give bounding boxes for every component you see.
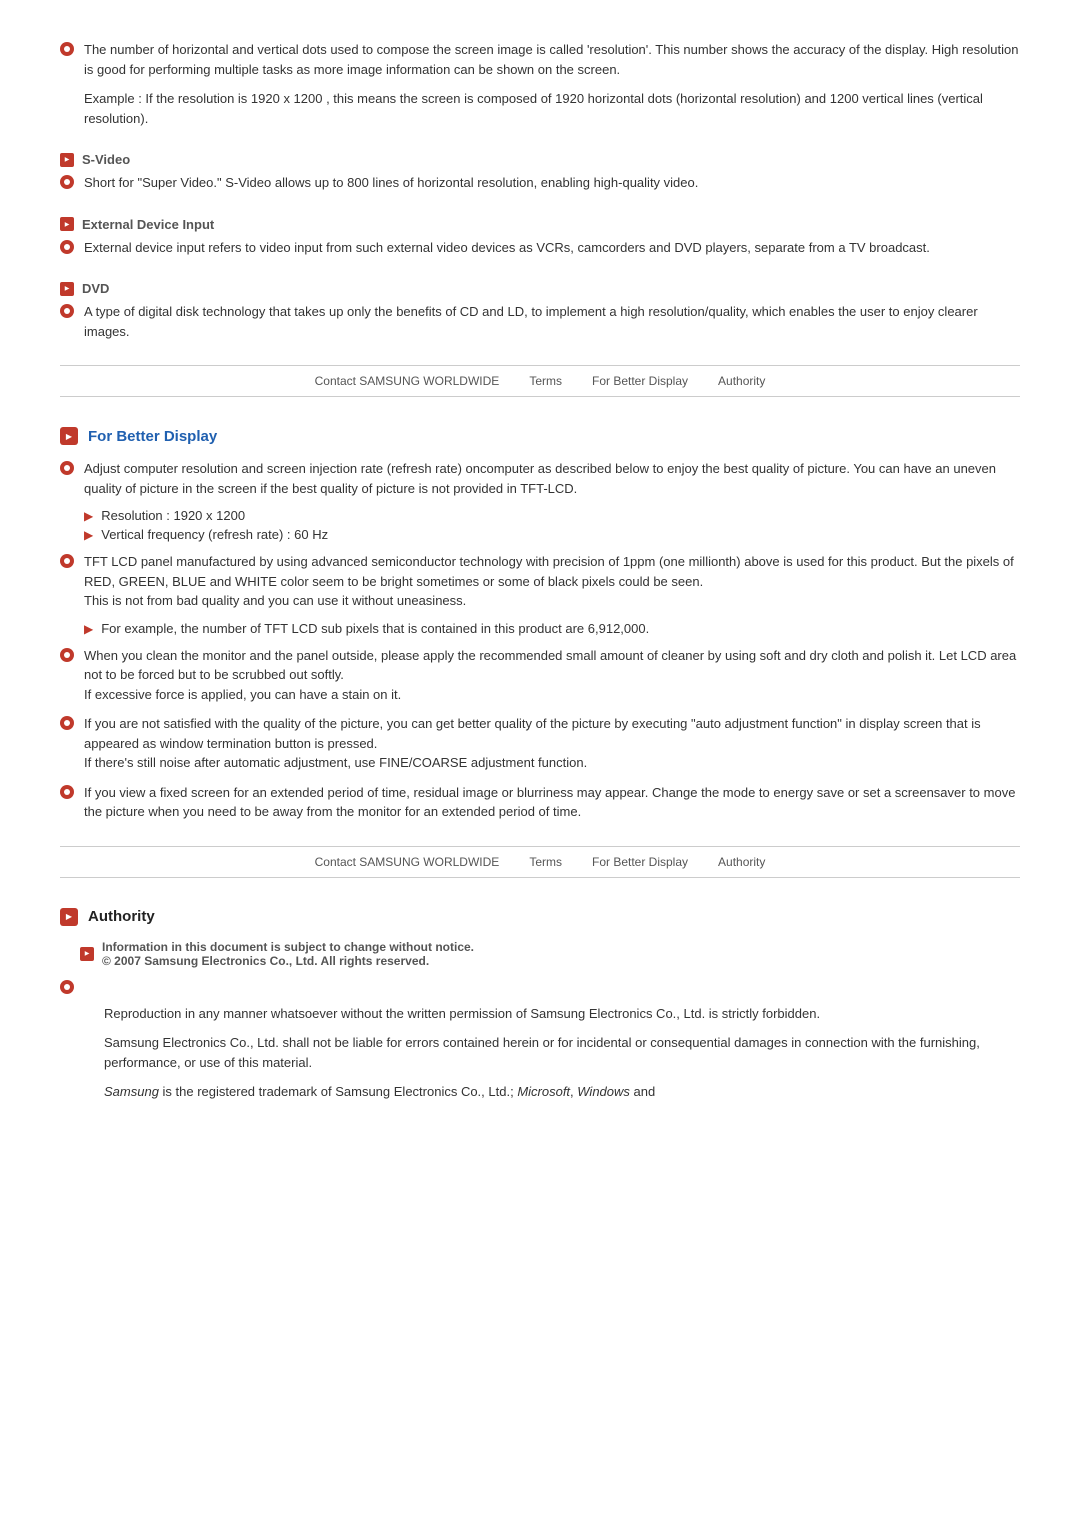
authority-notice-span: Information in this document is subject … — [102, 940, 474, 954]
fbd-text-3: When you clean the monitor and the panel… — [84, 646, 1020, 705]
fbd-arrow-1: ▶ Resolution : 1920 x 1200 — [84, 508, 1020, 523]
authority-bullet-icon-1 — [60, 980, 74, 994]
resolution-text: The number of horizontal and vertical do… — [84, 40, 1020, 79]
nav-terms-2[interactable]: Terms — [529, 855, 562, 869]
nav-authority-2[interactable]: Authority — [718, 855, 765, 869]
authority-para3-rest: is the registered trademark of Samsung E… — [159, 1084, 517, 1099]
dvd-section: DVD A type of digital disk technology th… — [60, 281, 1020, 341]
bullet-icon-3 — [60, 240, 74, 254]
authority-notice-icon — [80, 947, 94, 961]
dvd-label: DVD — [60, 281, 1020, 296]
bullet-icon-2 — [60, 175, 74, 189]
external-device-label: External Device Input — [60, 217, 1020, 232]
navbar-2: Contact SAMSUNG WORLDWIDE Terms For Bett… — [60, 846, 1020, 878]
authority-samsung-trademark: Samsung — [104, 1084, 159, 1099]
bullet-icon-4 — [60, 304, 74, 318]
authority-para3-end: and — [630, 1084, 655, 1099]
authority-header: Authority — [60, 908, 1020, 926]
fbd-sub2-text: Vertical frequency (refresh rate) : 60 H… — [101, 527, 328, 542]
fbd-bullet-icon-1 — [60, 461, 74, 475]
svideo-bullet: Short for "Super Video." S-Video allows … — [60, 173, 1020, 193]
nav-contact-1[interactable]: Contact SAMSUNG WORLDWIDE — [315, 374, 500, 388]
external-device-bullet: External device input refers to video in… — [60, 238, 1020, 258]
svideo-section: S-Video Short for "Super Video." S-Video… — [60, 152, 1020, 193]
fbd-bullet-5: If you view a fixed screen for an extend… — [60, 783, 1020, 822]
fbd-bullet-icon-4 — [60, 716, 74, 730]
authority-section: Authority Information in this document i… — [60, 908, 1020, 1102]
svideo-label-icon — [60, 153, 74, 167]
dvd-bullet: A type of digital disk technology that t… — [60, 302, 1020, 341]
authority-bullet-1 — [60, 978, 1020, 994]
fbd-text-4: If you are not satisfied with the qualit… — [84, 714, 1020, 773]
fbd-arrow-3: ▶ For example, the number of TFT LCD sub… — [84, 621, 1020, 636]
svideo-title: S-Video — [82, 152, 130, 167]
fbd-arrow-2: ▶ Vertical frequency (refresh rate) : 60… — [84, 527, 1020, 542]
external-device-section: External Device Input External device in… — [60, 217, 1020, 258]
authority-title: Authority — [88, 908, 155, 925]
fbd-bullet-icon-3 — [60, 648, 74, 662]
authority-para3: Samsung is the registered trademark of S… — [104, 1082, 1020, 1102]
resolution-section: The number of horizontal and vertical do… — [60, 40, 1020, 128]
dvd-text: A type of digital disk technology that t… — [84, 302, 1020, 341]
fbd-bullet-1: Adjust computer resolution and screen in… — [60, 459, 1020, 498]
fbd-text-2: TFT LCD panel manufactured by using adva… — [84, 552, 1020, 611]
resolution-bullet: The number of horizontal and vertical do… — [60, 40, 1020, 79]
external-device-title: External Device Input — [82, 217, 214, 232]
arrow-icon-3: ▶ — [84, 622, 93, 636]
external-device-icon — [60, 217, 74, 231]
fbd-bullet-icon-2 — [60, 554, 74, 568]
authority-para1: Reproduction in any manner whatsoever wi… — [104, 1004, 1020, 1024]
fbd-bullet-4: If you are not satisfied with the qualit… — [60, 714, 1020, 773]
navbar-1: Contact SAMSUNG WORLDWIDE Terms For Bett… — [60, 365, 1020, 397]
for-better-display-section: For Better Display Adjust computer resol… — [60, 427, 1020, 822]
dvd-label-icon — [60, 282, 74, 296]
fbd-bullet-icon-5 — [60, 785, 74, 799]
bullet-icon-1 — [60, 42, 74, 56]
svideo-label: S-Video — [60, 152, 1020, 167]
for-better-display-header: For Better Display — [60, 427, 1020, 445]
authority-header-icon — [60, 908, 78, 926]
nav-authority-1[interactable]: Authority — [718, 374, 765, 388]
authority-windows: Windows — [577, 1084, 630, 1099]
arrow-icon-1: ▶ — [84, 509, 93, 523]
authority-nested: Reproduction in any manner whatsoever wi… — [104, 1004, 1020, 1102]
authority-notice-label: Information in this document is subject … — [80, 940, 1020, 968]
svideo-text: Short for "Super Video." S-Video allows … — [84, 173, 1020, 193]
nav-contact-2[interactable]: Contact SAMSUNG WORLDWIDE — [315, 855, 500, 869]
fbd-sub-items-2: ▶ For example, the number of TFT LCD sub… — [84, 621, 1020, 636]
authority-para2: Samsung Electronics Co., Ltd. shall not … — [104, 1033, 1020, 1072]
authority-notice-text: Information in this document is subject … — [102, 940, 474, 968]
nav-better-display-2[interactable]: For Better Display — [592, 855, 688, 869]
authority-copyright: © 2007 Samsung Electronics Co., Ltd. All… — [102, 954, 429, 968]
fbd-bullet-3: When you clean the monitor and the panel… — [60, 646, 1020, 705]
nav-terms-1[interactable]: Terms — [529, 374, 562, 388]
authority-microsoft: Microsoft — [517, 1084, 570, 1099]
fbd-sub-items-1: ▶ Resolution : 1920 x 1200 ▶ Vertical fr… — [84, 508, 1020, 542]
nav-better-display-1[interactable]: For Better Display — [592, 374, 688, 388]
external-device-text: External device input refers to video in… — [84, 238, 1020, 258]
fbd-sub3-text: For example, the number of TFT LCD sub p… — [101, 621, 649, 636]
for-better-display-title: For Better Display — [88, 428, 217, 445]
resolution-example: Example : If the resolution is 1920 x 12… — [84, 89, 1020, 128]
dvd-title: DVD — [82, 281, 109, 296]
fbd-text-1: Adjust computer resolution and screen in… — [84, 459, 1020, 498]
arrow-icon-2: ▶ — [84, 528, 93, 542]
fbd-sub1-text: Resolution : 1920 x 1200 — [101, 508, 245, 523]
example-text: Example : If the resolution is 1920 x 12… — [84, 91, 983, 126]
for-better-display-icon — [60, 427, 78, 445]
fbd-bullet-2: TFT LCD panel manufactured by using adva… — [60, 552, 1020, 611]
fbd-text-5: If you view a fixed screen for an extend… — [84, 783, 1020, 822]
